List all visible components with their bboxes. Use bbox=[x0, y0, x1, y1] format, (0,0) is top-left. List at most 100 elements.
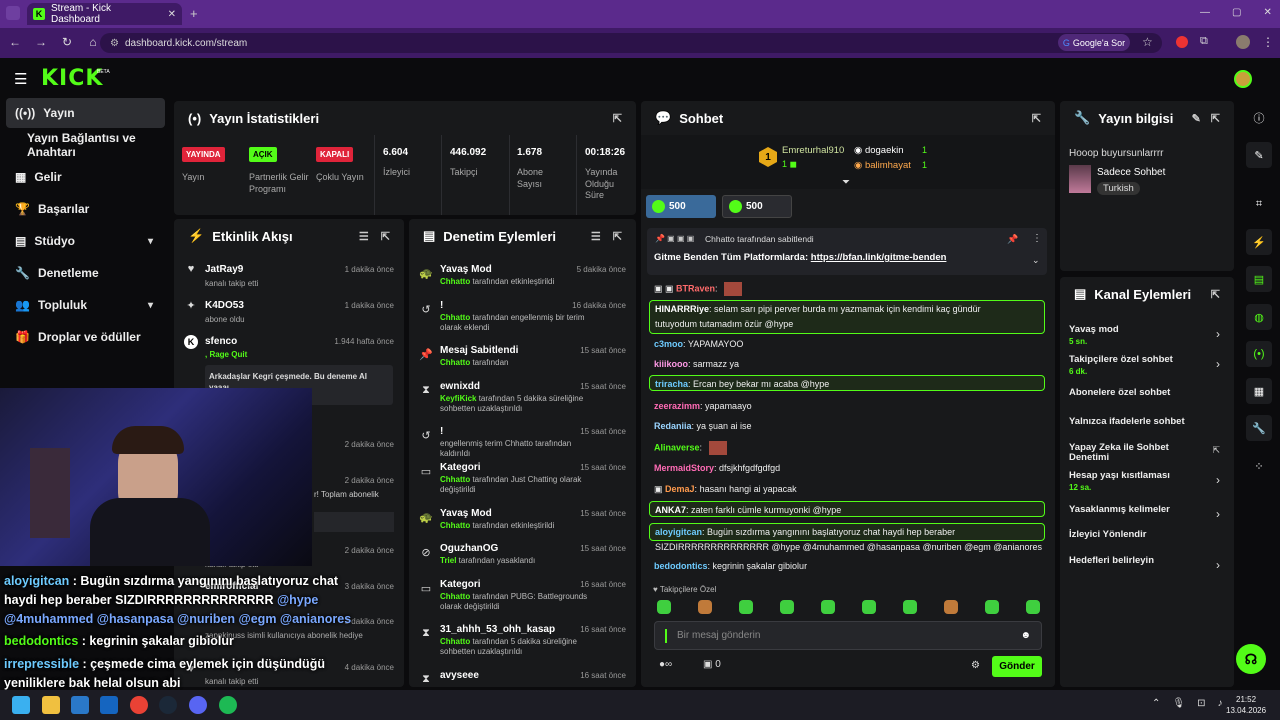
gift-count[interactable]: ▣ 0 bbox=[703, 659, 721, 670]
sidebar-item-stream-key[interactable]: Yayın Bağlantısı ve Anahtarı bbox=[6, 130, 165, 160]
volume-icon[interactable]: ♪ bbox=[1217, 698, 1222, 709]
new-tab-icon[interactable]: + bbox=[190, 6, 198, 21]
emoji-picker-icon[interactable]: ☻ bbox=[1020, 630, 1031, 641]
popout-icon[interactable]: ⇱ bbox=[1211, 112, 1220, 125]
tray-chevron-icon[interactable]: ⌃ bbox=[1152, 698, 1160, 709]
url-input[interactable]: ⚙ dashboard.kick.com/stream bbox=[100, 33, 1162, 53]
chat-username[interactable]: Alinaverse bbox=[654, 442, 700, 452]
chat-bubble-icon[interactable]: ◍ bbox=[1246, 304, 1272, 330]
outlook-icon[interactable] bbox=[100, 696, 118, 714]
user-avatar[interactable] bbox=[1234, 70, 1252, 88]
chat-message[interactable]: ANKA7: zaten farklı cümle kurmuyonki @hy… bbox=[649, 501, 1045, 517]
info-icon[interactable]: ⓘ bbox=[1246, 105, 1272, 131]
spotify-icon[interactable] bbox=[219, 696, 237, 714]
popout-icon[interactable]: ⇱ bbox=[613, 112, 622, 125]
profile-avatar[interactable] bbox=[1236, 35, 1250, 49]
chat-username[interactable]: trirachа bbox=[655, 379, 688, 389]
sidebar-item-gelir[interactable]: ▦ Gelir bbox=[6, 162, 165, 192]
popout-icon[interactable]: ⇱ bbox=[381, 230, 390, 243]
event-user[interactable]: K4DO53 bbox=[205, 300, 244, 311]
bookmark-star-icon[interactable]: ☆ bbox=[1142, 35, 1153, 49]
chat-username[interactable]: kiiikooo bbox=[654, 359, 688, 369]
gifter-name[interactable]: Emreturhal910 bbox=[782, 145, 844, 156]
chat-username[interactable]: BTRaven bbox=[676, 283, 715, 293]
chat-message[interactable]: ▣ DemaJ: hasanı hangi ai yapacak bbox=[649, 482, 1045, 498]
emote-icon[interactable] bbox=[657, 600, 671, 614]
sidebar-item-yayin[interactable]: ((•)) Yayın bbox=[6, 98, 165, 128]
edit-pencil-icon[interactable]: ✎ bbox=[1246, 142, 1272, 168]
channel-action-item[interactable]: Hesap yaşı kısıtlaması 12 sa. › bbox=[1060, 470, 1234, 497]
minimize-icon[interactable]: — bbox=[1200, 7, 1210, 18]
network-icon[interactable]: ⊡ bbox=[1197, 698, 1205, 709]
sidebar-item-studyo[interactable]: ▤ Stüdyo ▾ bbox=[6, 226, 165, 256]
gifter-name[interactable]: ◉ dogaekin bbox=[854, 145, 904, 156]
maximize-icon[interactable]: ▢ bbox=[1232, 7, 1241, 18]
chat-message[interactable]: aloyigitcan: Bugün sızdırma yangınını ba… bbox=[649, 523, 1045, 552]
chat-username[interactable]: ANKA7 bbox=[655, 505, 686, 515]
channel-action-item[interactable]: Yavaş mod 5 sn. › bbox=[1060, 324, 1234, 351]
chat-username[interactable]: aloyigitcan bbox=[655, 527, 702, 537]
channel-action-item[interactable]: Hedefleri belirleyin › bbox=[1060, 555, 1234, 582]
popout-icon[interactable]: ⇱ bbox=[1211, 288, 1220, 301]
chat-username[interactable]: MermaidStory bbox=[654, 463, 714, 473]
unpin-icon[interactable]: 📌 bbox=[1007, 234, 1018, 245]
chat-username[interactable]: HINARRRiye bbox=[655, 304, 709, 314]
chat-username[interactable]: c3moo bbox=[654, 339, 683, 349]
site-info-icon[interactable]: ⚙ bbox=[110, 38, 119, 49]
channel-action-item[interactable]: Yalnızca ifadelerle sohbet bbox=[1060, 416, 1234, 443]
pinned-message[interactable]: 📌 ▣ ▣ ▣ Chhatto tarafından sabitlendi 📌 … bbox=[647, 228, 1047, 275]
dashboard-icon[interactable]: ▦ bbox=[1246, 378, 1272, 404]
steam-icon[interactable] bbox=[159, 696, 177, 714]
mod-actor[interactable]: Chhatto bbox=[440, 592, 470, 601]
goal-pill[interactable]: 500 bbox=[646, 195, 716, 218]
channel-action-item[interactable]: Abonelere özel sohbet bbox=[1060, 387, 1234, 414]
emote-icon[interactable] bbox=[944, 600, 958, 614]
mod-actor[interactable]: Chhatto bbox=[440, 358, 470, 367]
emote-icon[interactable] bbox=[862, 600, 876, 614]
collapse-chevron-icon[interactable]: ⏷ bbox=[842, 177, 850, 188]
support-headset-icon[interactable]: ☊ bbox=[1236, 644, 1266, 674]
sidebar-item-topluluk[interactable]: 👥 Topluluk ▾ bbox=[6, 290, 165, 320]
channel-action-item[interactable]: Takipçilere özel sohbet 6 dk. › bbox=[1060, 354, 1234, 381]
filter-icon[interactable]: ☰ bbox=[591, 230, 601, 243]
extension-icon[interactable] bbox=[1176, 36, 1188, 48]
tab-list-icon[interactable] bbox=[6, 6, 20, 20]
browser-menu-icon[interactable]: ⋮ bbox=[1262, 35, 1274, 49]
channel-action-item[interactable]: Yasaklanmış kelimeler › bbox=[1060, 504, 1234, 531]
mod-actor[interactable]: Chhatto bbox=[440, 313, 470, 322]
chat-username[interactable]: Redaniia bbox=[654, 421, 692, 431]
chat-message[interactable]: HINARRRiye: selam sarı pipi perver burda… bbox=[649, 300, 1045, 334]
category-name[interactable]: Sadece Sohbet bbox=[1097, 167, 1165, 178]
kick-logo[interactable]: KICK bbox=[41, 66, 103, 91]
event-user[interactable]: JatRay9 bbox=[205, 264, 243, 275]
channel-action-item[interactable]: Yapay Zeka ile Sohbet Denetimi ⇱ bbox=[1060, 442, 1234, 469]
home-icon[interactable]: ⌂ bbox=[86, 35, 100, 49]
emote-icon[interactable] bbox=[903, 600, 917, 614]
discord-icon[interactable] bbox=[189, 696, 207, 714]
filter-icon[interactable]: ☰ bbox=[359, 230, 369, 243]
chat-message[interactable]: Alinaverse: bbox=[649, 439, 1045, 455]
chat-message[interactable]: kiiikooo: sarmazz ya bbox=[649, 357, 1045, 373]
pinned-link[interactable]: https://bfan.link/gitme-benden bbox=[811, 252, 947, 263]
settings-gear-icon[interactable]: ⚙ bbox=[971, 660, 980, 671]
hamburger-menu-icon[interactable]: ☰ bbox=[14, 70, 27, 88]
file-explorer-icon[interactable] bbox=[42, 696, 60, 714]
extensions-puzzle-icon[interactable]: ⧉ bbox=[1200, 35, 1208, 48]
mod-actor[interactable]: Triel bbox=[440, 556, 456, 565]
mod-actor[interactable]: Chhatto bbox=[440, 277, 470, 286]
chat-message[interactable]: Redaniia: ya şuan ai ise bbox=[649, 419, 1045, 435]
reload-icon[interactable]: ↻ bbox=[60, 35, 74, 49]
chat-input[interactable]: Bir mesaj gönderin ☻ bbox=[654, 621, 1042, 650]
gifter-name[interactable]: ◉ balimhayat bbox=[854, 160, 911, 171]
mod-actor[interactable]: Chhatto bbox=[440, 521, 470, 530]
chat-message[interactable]: c3moo: YAPAMAYOO bbox=[649, 337, 1045, 353]
close-tab-icon[interactable]: ✕ bbox=[168, 9, 176, 20]
mod-actor[interactable]: Chhatto bbox=[440, 637, 470, 646]
microphone-icon[interactable]: 🎙 bbox=[1172, 698, 1185, 709]
popout-icon[interactable]: ⇱ bbox=[1032, 112, 1041, 125]
points-icon[interactable]: ●∞ bbox=[659, 659, 672, 670]
chat-username[interactable]: zeerazimm bbox=[654, 401, 700, 411]
broadcast-icon[interactable]: (•) bbox=[1246, 341, 1272, 367]
chat-message[interactable]: zeerazimm: yapamaayo bbox=[649, 399, 1045, 415]
word-icon[interactable] bbox=[71, 696, 89, 714]
